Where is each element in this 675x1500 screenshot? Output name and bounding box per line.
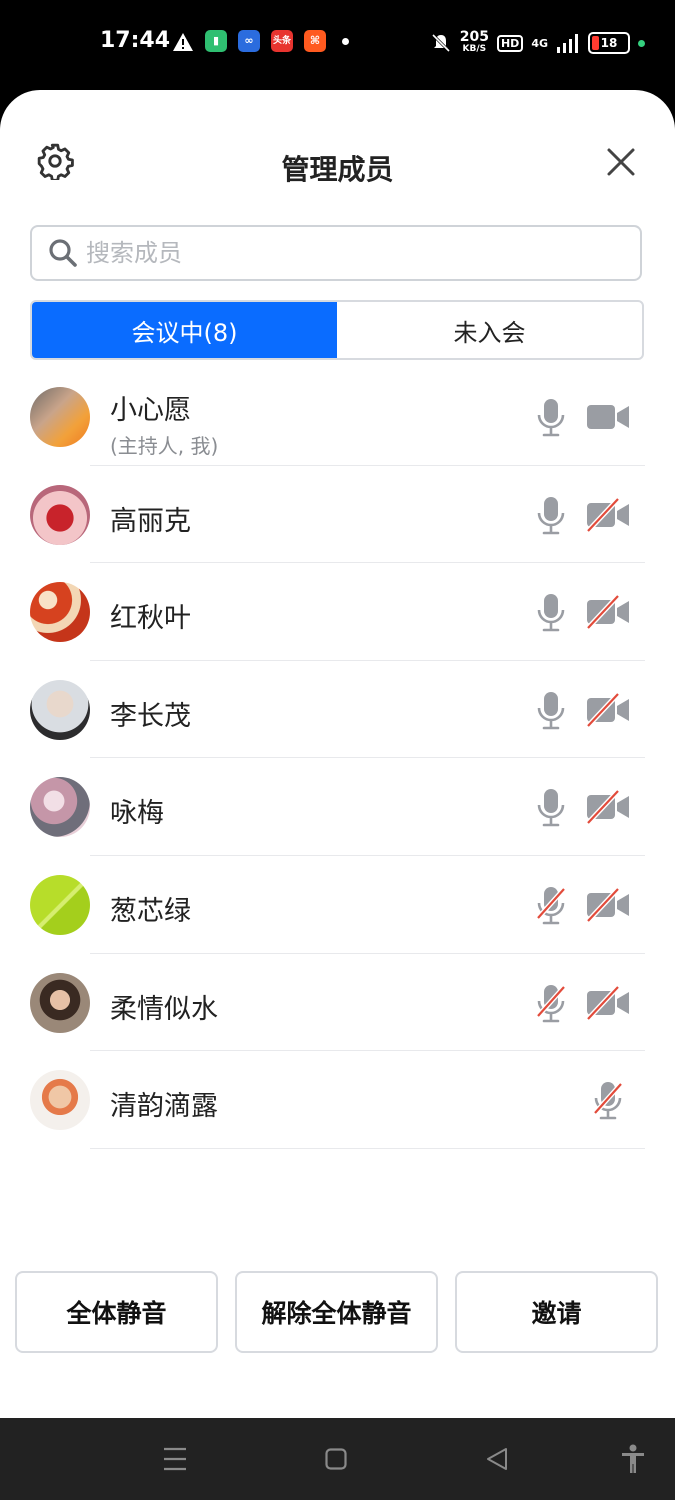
mic-on-icon[interactable]: [535, 787, 567, 827]
camera-on-icon[interactable]: [585, 399, 631, 435]
member-name: 清韵滴露: [110, 1091, 218, 1123]
search-box[interactable]: [30, 225, 642, 281]
close-icon[interactable]: [605, 146, 637, 178]
avatar: [30, 1070, 90, 1131]
avatar: [30, 484, 90, 545]
status-bar: 17:44 ▮ ∞ 头条 ⌘ 205 KB/S HD 4G 18: [0, 0, 675, 90]
avatar: [30, 874, 90, 935]
mic-off-icon[interactable]: [535, 885, 567, 925]
back-icon[interactable]: [485, 1447, 509, 1471]
network-speed: 205 KB/S: [459, 29, 489, 55]
member-role: (主持人, 我): [110, 434, 219, 458]
camera-off-icon[interactable]: [585, 789, 631, 826]
battery-icon: 18: [588, 32, 630, 54]
member-row[interactable]: 清韵滴露: [0, 1051, 675, 1149]
member-name: 咏梅: [110, 798, 164, 830]
member-name: 葱芯绿: [110, 895, 191, 927]
camera-off-icon[interactable]: [585, 594, 631, 630]
member-row[interactable]: 葱芯绿: [0, 856, 675, 954]
avatar: [30, 972, 90, 1033]
member-tabs: 会议中(8) 未入会: [30, 300, 644, 360]
member-name: 高丽克: [110, 505, 191, 537]
member-list: 小心愿 (主持人, 我) 高丽克 红秋叶 李长茂 咏梅 葱芯绿 柔情似水 清韵滴…: [0, 368, 675, 1149]
battery-level: 18: [600, 36, 618, 50]
avatar: [30, 679, 90, 740]
speed-value: 205: [459, 29, 489, 45]
camera-off-icon[interactable]: [585, 984, 631, 1021]
member-row[interactable]: 高丽克: [0, 466, 675, 564]
battery-app-icon: ▮: [205, 30, 227, 52]
mic-off-icon[interactable]: [535, 983, 567, 1023]
divider: [90, 1147, 645, 1149]
accessibility-icon[interactable]: [620, 1444, 646, 1474]
member-row[interactable]: 小心愿 (主持人, 我): [0, 368, 675, 466]
member-name: 柔情似水: [110, 993, 218, 1025]
member-name: 红秋叶: [110, 603, 191, 635]
bell-muted-icon: [431, 33, 450, 53]
mic-off-icon[interactable]: [592, 1080, 624, 1120]
member-row[interactable]: 红秋叶: [0, 563, 675, 661]
alert-icon: [173, 33, 193, 51]
invite-button[interactable]: 邀请: [455, 1271, 658, 1353]
member-row[interactable]: 柔情似水: [0, 954, 675, 1052]
hd-badge: HD: [496, 34, 524, 52]
tab-in-meeting[interactable]: 会议中(8): [32, 302, 337, 358]
network-type: 4G: [531, 36, 548, 50]
kuaishou-app-icon: ⌘: [304, 30, 326, 52]
avatar: [30, 582, 90, 643]
mic-on-icon[interactable]: [535, 592, 567, 632]
avatar: [30, 387, 90, 447]
mute-all-button[interactable]: 全体静音: [15, 1271, 218, 1353]
status-right: 205 KB/S HD 4G 18: [430, 28, 645, 58]
infinity-app-icon: ∞: [238, 30, 260, 52]
menu-icon[interactable]: [163, 1446, 187, 1472]
member-row[interactable]: 李长茂: [0, 661, 675, 759]
charging-dot-icon: [638, 39, 645, 47]
camera-off-icon[interactable]: [585, 692, 631, 728]
tab-not-joined[interactable]: 未入会: [337, 302, 642, 358]
toutiao-app-icon: 头条: [271, 30, 293, 52]
member-sheet: 管理成员 会议中(8) 未入会 小心愿 (主持人, 我) 高丽克: [0, 90, 675, 1418]
unmute-all-button[interactable]: 解除全体静音: [235, 1271, 438, 1353]
avatar: [30, 777, 90, 838]
mic-on-icon[interactable]: [535, 397, 567, 437]
notification-dot-icon: [342, 38, 349, 45]
speed-unit: KB/S: [462, 44, 487, 54]
camera-off-icon[interactable]: [585, 496, 631, 533]
member-row[interactable]: 咏梅: [0, 758, 675, 856]
member-name: 小心愿: [110, 395, 191, 426]
mic-on-icon[interactable]: [535, 495, 567, 535]
system-nav-bar: [0, 1418, 675, 1500]
search-input[interactable]: [84, 238, 588, 268]
home-icon[interactable]: [325, 1448, 347, 1470]
member-name: 李长茂: [110, 700, 191, 732]
page-title: 管理成员: [281, 153, 394, 186]
mic-on-icon[interactable]: [535, 690, 567, 730]
action-buttons: 全体静音 解除全体静音 邀请: [15, 1271, 660, 1353]
signal-icon: [557, 34, 578, 53]
status-time: 17:44: [100, 28, 171, 53]
search-icon: [49, 239, 77, 267]
camera-off-icon[interactable]: [585, 887, 631, 923]
